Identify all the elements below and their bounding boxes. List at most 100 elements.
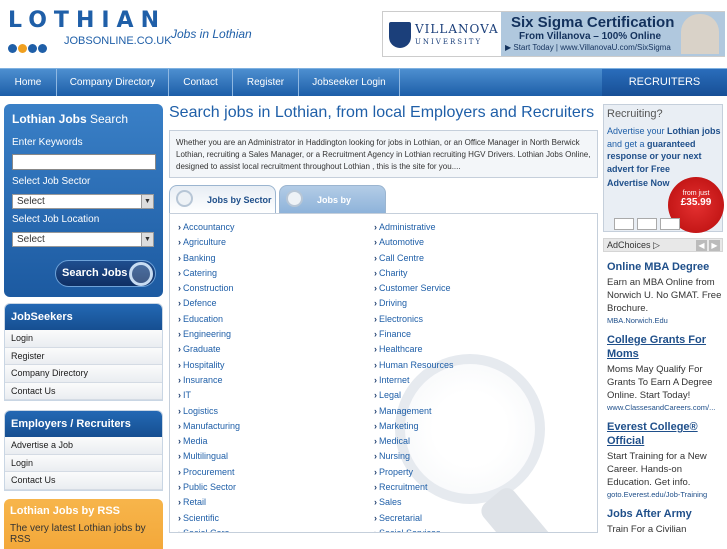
prev-arrow-icon[interactable]: ◀ — [696, 240, 707, 251]
banner-headline: Six Sigma Certification — [511, 14, 675, 31]
sector-label: Automotive — [379, 237, 425, 248]
sector-link[interactable]: › Electronics — [374, 314, 454, 329]
nav-register[interactable]: Register — [233, 69, 299, 96]
ad-item[interactable]: Jobs After Army Train For a Civilian — [603, 507, 723, 536]
sector-link[interactable]: › Retail — [178, 497, 240, 512]
rss-box[interactable]: Lothian Jobs by RSS The very latest Loth… — [4, 498, 163, 549]
chevron-right-icon: › — [374, 313, 377, 324]
sector-link[interactable]: › Nursing — [374, 451, 454, 466]
sector-link[interactable]: › Internet — [374, 375, 454, 390]
banner-brand-sub: UNIVERSITY — [415, 38, 483, 46]
sector-link[interactable]: › Banking — [178, 253, 240, 268]
adchoices-bar[interactable]: AdChoices ▷ ◀ ▶ — [603, 238, 723, 252]
ad-item[interactable]: Online MBA Degree Earn an MBA Online fro… — [603, 260, 723, 325]
sector-link[interactable]: › Procurement — [178, 467, 240, 482]
sector-link[interactable]: › Marketing — [374, 421, 454, 436]
sector-link[interactable]: › Charity — [374, 268, 454, 283]
sector-link[interactable]: › Social Care — [178, 528, 240, 532]
sector-select[interactable]: Select ▼ — [12, 194, 154, 209]
sector-link[interactable]: › Human Resources — [374, 360, 454, 375]
tab-jobs-by-location[interactable]: Jobs by Location — [279, 185, 386, 233]
sector-link[interactable]: › Graduate — [178, 344, 240, 359]
ad-item[interactable]: Everest College® Official Start Training… — [603, 420, 723, 499]
sector-link[interactable]: › Agriculture — [178, 237, 240, 252]
chevron-right-icon: › — [178, 298, 181, 309]
sector-link[interactable]: › Sales — [374, 497, 454, 512]
sector-link[interactable]: › Management — [374, 406, 454, 421]
sector-link[interactable]: › Finance — [374, 329, 454, 344]
ad-url[interactable]: goto.Everest.edu/Job-Training — [607, 490, 723, 499]
employers-advertise-job[interactable]: Advertise a Job — [5, 437, 162, 455]
adchoices-label[interactable]: AdChoices ▷ — [607, 240, 660, 250]
advertise-now-link[interactable]: Advertise Now — [607, 178, 670, 188]
sector-link[interactable]: › Catering — [178, 268, 240, 283]
banner-cta[interactable]: ▶ Start Today | www.VillanovaU.com/SixSi… — [505, 43, 671, 52]
sector-link[interactable]: › Accountancy — [178, 222, 240, 237]
ad-url[interactable]: MBA.Norwich.Edu — [607, 316, 723, 325]
sector-label: Electronics — [379, 313, 424, 324]
jobseekers-company-directory[interactable]: Company Directory — [5, 365, 162, 383]
banner-ad[interactable]: VILLANOVA UNIVERSITY Six Sigma Certifica… — [382, 11, 725, 57]
sector-link[interactable]: › Insurance — [178, 375, 240, 390]
ad-title[interactable]: Everest College® Official — [607, 420, 723, 448]
sector-link[interactable]: › Media — [178, 436, 240, 451]
sector-link[interactable]: › Construction — [178, 283, 240, 298]
jobseekers-register[interactable]: Register — [5, 347, 162, 365]
chevron-right-icon: › — [178, 466, 181, 477]
chevron-right-icon: › — [374, 329, 377, 340]
nav-contact[interactable]: Contact — [169, 69, 233, 96]
sector-link[interactable]: › Hospitality — [178, 360, 240, 375]
sector-link[interactable]: › Education — [178, 314, 240, 329]
sector-link[interactable]: › Driving — [374, 298, 454, 313]
chevron-right-icon: › — [374, 252, 377, 263]
employers-login[interactable]: Login — [5, 454, 162, 472]
sector-label: Engineering — [183, 329, 232, 340]
magnifier-icon — [176, 190, 193, 207]
site-logo[interactable]: LOTHIAN JOBSONLINE.CO.UK — [6, 8, 172, 53]
nav-recruiters[interactable]: RECRUITERS — [602, 69, 727, 96]
sector-link[interactable]: › Call Centre — [374, 253, 454, 268]
next-arrow-icon[interactable]: ▶ — [709, 240, 720, 251]
ad-title[interactable]: Online MBA Degree — [607, 260, 723, 274]
sector-link[interactable]: › Healthcare — [374, 344, 454, 359]
ad-url[interactable]: www.ClassesandCareers.com/... — [607, 403, 723, 412]
sector-label: Select Job Sector — [12, 176, 91, 187]
tab-jobs-by-sector[interactable]: Jobs by Sector — [169, 185, 276, 213]
employers-contact-us[interactable]: Contact Us — [5, 472, 162, 490]
sector-link[interactable]: › Administrative — [374, 222, 454, 237]
sector-link[interactable]: › Property — [374, 467, 454, 482]
sector-link[interactable]: › Customer Service — [374, 283, 454, 298]
sector-link[interactable]: › Legal — [374, 390, 454, 405]
chevron-right-icon: › — [178, 329, 181, 340]
search-jobs-button[interactable]: Search Jobs — [55, 260, 156, 287]
ad-title[interactable]: College Grants For Moms — [607, 333, 723, 361]
ad-item[interactable]: College Grants For Moms Moms May Qualify… — [603, 333, 723, 412]
jobseekers-login[interactable]: Login — [5, 330, 162, 348]
chevron-down-icon: ▼ — [141, 233, 153, 246]
sector-link[interactable]: › Secretarial — [374, 513, 454, 528]
nav-company-directory[interactable]: Company Directory — [57, 69, 169, 96]
sector-link[interactable]: › Automotive — [374, 237, 454, 252]
ad-title[interactable]: Jobs After Army — [607, 507, 723, 521]
sector-link[interactable]: › IT — [178, 390, 240, 405]
recruiting-promo[interactable]: Recruiting? Advertise your Lothian jobs … — [603, 104, 724, 233]
location-select[interactable]: Select ▼ — [12, 232, 154, 247]
sector-link[interactable]: › Medical — [374, 436, 454, 451]
sector-link[interactable]: › Logistics — [178, 406, 240, 421]
sector-link[interactable]: › Public Sector — [178, 482, 240, 497]
sector-link[interactable]: › Scientific — [178, 513, 240, 528]
sector-link[interactable]: › Defence — [178, 298, 240, 313]
sector-link[interactable]: › Social Services — [374, 528, 454, 532]
chevron-right-icon: › — [374, 344, 377, 355]
chevron-right-icon: › — [374, 436, 377, 447]
sector-link[interactable]: › Multilingual — [178, 451, 240, 466]
nav-home[interactable]: Home — [0, 69, 57, 96]
keywords-input[interactable] — [12, 154, 156, 170]
jobseekers-contact-us[interactable]: Contact Us — [5, 382, 162, 400]
left-sidebar: Lothian Jobs Search Enter Keywords Selec… — [4, 104, 163, 549]
nav-jobseeker-login[interactable]: Jobseeker Login — [299, 69, 400, 96]
sector-link[interactable]: › Manufacturing — [178, 421, 240, 436]
sector-link[interactable]: › Recruitment — [374, 482, 454, 497]
search-panel-title: Lothian Jobs Search — [12, 112, 129, 126]
sector-link[interactable]: › Engineering — [178, 329, 240, 344]
